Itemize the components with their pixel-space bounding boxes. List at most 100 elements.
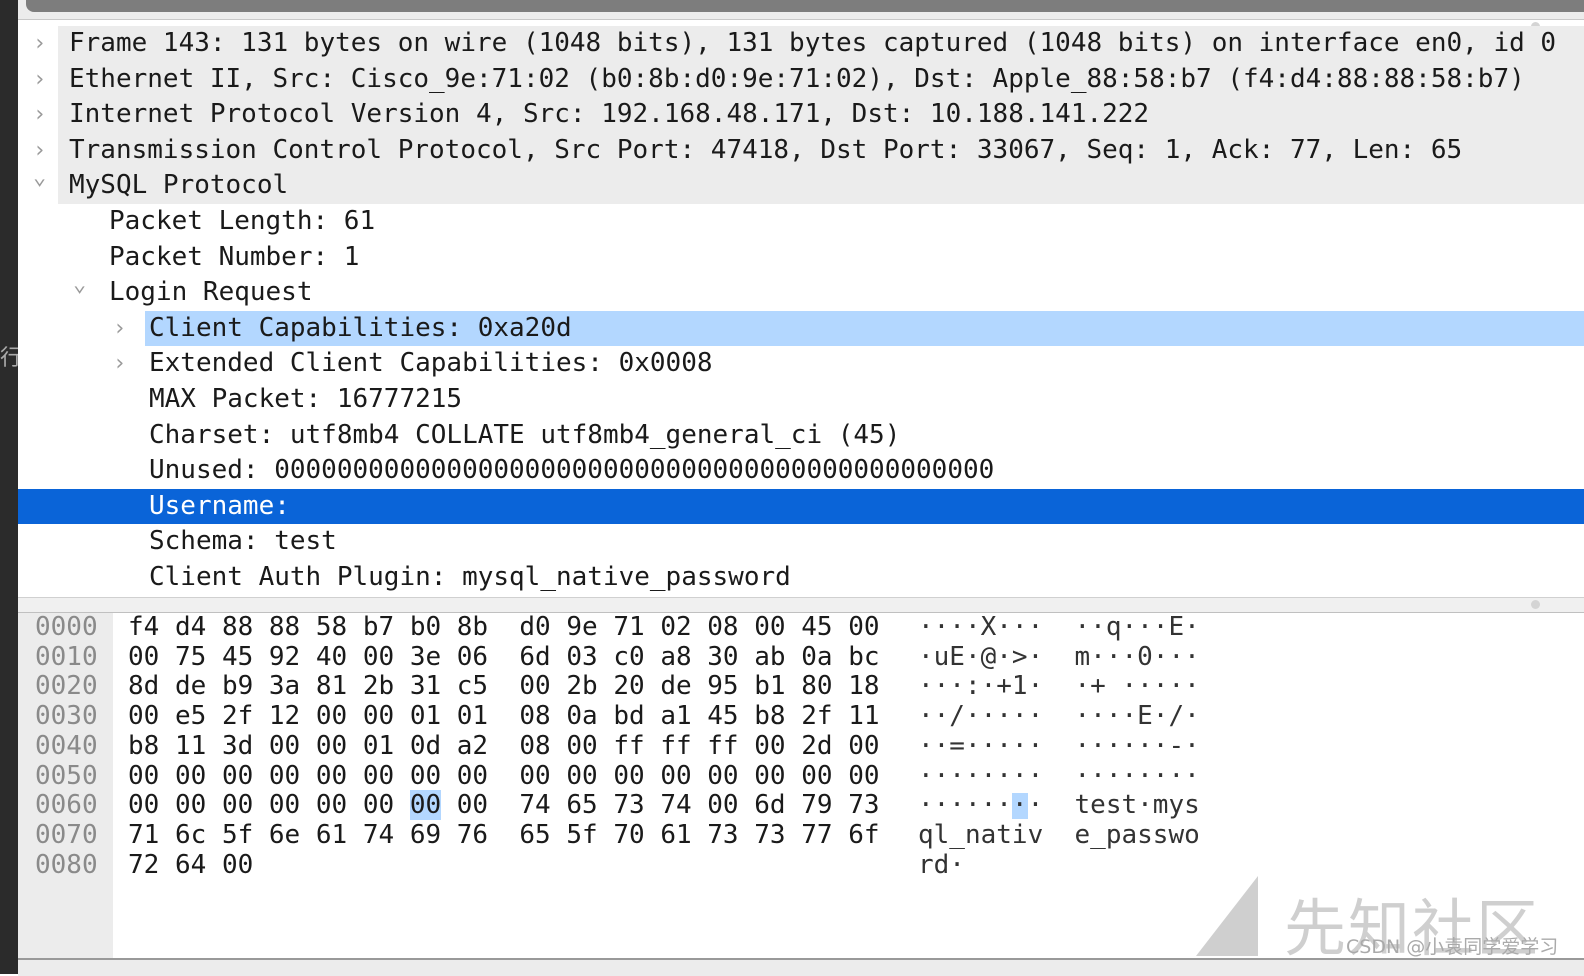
hex-byte[interactable]: 00 (660, 761, 691, 791)
hex-byte[interactable]: 11 (848, 701, 879, 731)
hex-byte[interactable]: b0 (410, 612, 441, 642)
ascii-dump[interactable]: ·uE·@·>· m···0··· (918, 642, 1200, 673)
hex-byte[interactable]: de (660, 671, 691, 702)
hex-byte[interactable]: 73 (848, 790, 879, 820)
hex-byte[interactable]: c5 (457, 671, 488, 702)
hex-byte[interactable]: 61 (316, 820, 347, 850)
hex-byte[interactable]: 61 (660, 820, 691, 850)
hex-byte[interactable]: 2f (222, 701, 253, 731)
chevron-down-icon[interactable]: ⌄ (33, 160, 46, 196)
hex-byte[interactable]: 75 (175, 642, 206, 672)
hex-byte[interactable]: 00 (269, 731, 300, 761)
hex-byte[interactable]: a2 (457, 731, 488, 761)
hex-byte[interactable]: 0a (566, 701, 597, 731)
hex-byte[interactable]: a1 (660, 701, 691, 731)
hex-byte[interactable]: 00 (316, 761, 347, 791)
hex-byte[interactable]: d4 (175, 612, 206, 642)
hex-byte[interactable]: 0d (410, 731, 441, 761)
hex-byte[interactable]: b7 (363, 612, 394, 642)
hex-byte[interactable]: 00 (409, 790, 442, 821)
hex-byte[interactable]: 74 (363, 820, 394, 850)
hex-byte[interactable]: de (175, 671, 206, 702)
hex-byte[interactable]: 00 (566, 761, 597, 791)
hex-byte[interactable]: bc (848, 642, 879, 672)
ascii-dump[interactable]: ql_nativ e_passwo (918, 820, 1200, 851)
hex-byte[interactable]: 72 (128, 850, 159, 880)
hex-byte[interactable]: 64 (175, 850, 206, 880)
hex-byte[interactable]: 80 (801, 671, 832, 702)
tree-row[interactable]: Unused: 00000000000000000000000000000000… (18, 453, 1584, 489)
hex-byte[interactable]: 00 (316, 701, 347, 731)
hex-byte[interactable]: 00 (269, 790, 300, 820)
tree-row[interactable]: › Internet Protocol Version 4, Src: 192.1… (18, 97, 1584, 133)
hex-byte[interactable]: 00 (410, 761, 441, 791)
hex-byte[interactable]: 00 (363, 761, 394, 791)
hex-byte[interactable]: ab (754, 642, 785, 672)
hex-byte[interactable]: 00 (316, 790, 347, 820)
hex-byte[interactable]: 5f (222, 820, 253, 850)
hex-byte[interactable]: 3a (269, 671, 300, 702)
hex-byte[interactable]: b8 (128, 731, 159, 761)
tree-row[interactable]: › Extended Client Capabilities: 0x0008 (18, 346, 1584, 382)
hex-byte[interactable]: 30 (707, 642, 738, 672)
hex-byte[interactable]: 2d (801, 731, 832, 761)
chevron-down-icon[interactable]: ⌄ (73, 267, 86, 303)
hex-byte[interactable]: 00 (754, 761, 785, 791)
hex-byte[interactable]: 71 (128, 820, 159, 850)
hex-byte[interactable]: 00 (754, 612, 785, 642)
hex-byte[interactable]: 00 (519, 761, 550, 791)
tree-row[interactable]: › Ethernet II, Src: Cisco_9e:71:02 (b0:8b… (18, 61, 1584, 98)
chevron-right-icon[interactable]: › (113, 346, 126, 382)
hex-byte[interactable]: 8d (128, 671, 159, 702)
hex-byte[interactable]: 73 (613, 790, 644, 820)
hex-byte[interactable]: 00 (519, 671, 550, 702)
hex-byte[interactable]: 00 (175, 790, 206, 820)
hex-byte[interactable]: 71 (613, 612, 644, 642)
hex-byte[interactable]: 65 (519, 820, 550, 850)
ascii-dump[interactable]: ··/····· ····E·/· (918, 701, 1200, 732)
hex-byte[interactable]: b9 (222, 671, 253, 702)
hex-byte[interactable]: 0a (801, 642, 832, 672)
hex-byte[interactable]: 00 (363, 790, 394, 820)
hex-byte[interactable]: a8 (660, 642, 691, 672)
hex-byte[interactable]: 20 (613, 671, 644, 702)
hex-byte[interactable]: 74 (519, 790, 550, 820)
hex-byte[interactable]: 45 (222, 642, 253, 672)
hex-byte[interactable]: c0 (613, 642, 644, 672)
ascii-dump[interactable]: rd· (918, 850, 965, 881)
hex-byte[interactable]: 11 (175, 731, 206, 761)
hex-byte[interactable]: 8b (457, 612, 488, 642)
tree-row[interactable]: Schema: test (18, 524, 1584, 560)
hex-byte[interactable]: 00 (316, 731, 347, 761)
hex-byte[interactable]: d0 (519, 612, 550, 642)
hex-byte[interactable]: 00 (707, 761, 738, 791)
tree-row[interactable]: › Transmission Control Protocol, Src Port… (18, 132, 1584, 169)
ascii-dump[interactable]: ···:·+1· ·+ ····· (918, 672, 1200, 702)
hex-byte[interactable]: 88 (222, 612, 253, 642)
tree-row[interactable]: Packet Number: 1 (18, 240, 1584, 276)
hex-byte[interactable]: 6c (175, 820, 206, 850)
hex-byte[interactable]: f4 (128, 612, 159, 642)
hex-byte[interactable]: 12 (269, 701, 300, 731)
hex-byte[interactable]: 45 (801, 612, 832, 642)
hex-byte[interactable]: 01 (457, 701, 488, 731)
hex-byte[interactable]: 00 (566, 731, 597, 761)
hex-byte[interactable]: 2f (801, 701, 832, 731)
hex-byte[interactable]: 6d (519, 642, 550, 672)
hex-byte[interactable]: 01 (410, 701, 441, 731)
hex-byte[interactable]: 6f (848, 820, 879, 850)
hex-byte[interactable]: 08 (519, 701, 550, 731)
hex-byte[interactable]: 5f (566, 820, 597, 850)
hex-byte[interactable]: 00 (128, 642, 159, 672)
ascii-dump[interactable]: ········ ········ (918, 761, 1200, 792)
hex-byte[interactable]: 00 (222, 850, 253, 880)
hex-byte[interactable]: ff (613, 731, 644, 761)
hex-byte[interactable]: 18 (848, 671, 879, 702)
pane-splitter[interactable] (18, 597, 1584, 613)
hex-byte[interactable]: 00 (128, 790, 159, 820)
hex-byte[interactable]: 69 (410, 820, 441, 850)
hex-byte[interactable]: ff (707, 731, 738, 761)
tree-row[interactable]: MAX Packet: 16777215 (18, 382, 1584, 418)
hex-byte[interactable]: 92 (269, 642, 300, 672)
chevron-right-icon[interactable]: › (33, 26, 46, 62)
